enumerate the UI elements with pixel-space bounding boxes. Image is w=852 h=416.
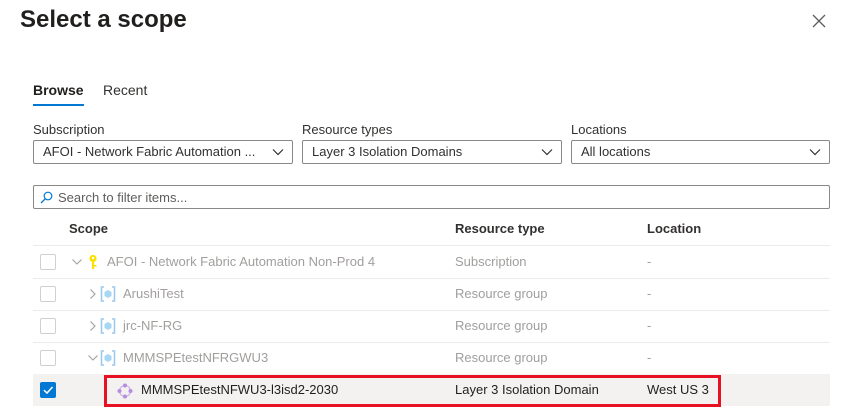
chevron-down-icon [809,149,821,156]
resource-type-value: Resource group [455,350,548,365]
scope-name: AFOI - Network Fabric Automation Non-Pro… [107,254,376,269]
checkmark-icon [43,386,54,395]
resource-type-value: Layer 3 Isolation Domain [455,382,599,397]
search-box[interactable] [33,185,830,209]
row-checkbox[interactable] [40,254,56,270]
search-icon [40,191,53,204]
resource-type-value: Resource group [455,318,548,333]
scope-name: jrc-NF-RG [123,318,183,333]
location-value: West US 3 [647,382,709,397]
resource-group-icon [100,318,116,334]
column-header-scope: Scope [69,221,109,236]
row-checkbox[interactable] [40,350,56,366]
row-checkbox[interactable] [40,286,56,302]
table-row[interactable]: MMMSPEtestNFRGWU3 Resource group - [33,342,830,374]
location-value: - [647,286,652,301]
resource-type-value: Resource group [455,286,548,301]
chevron-down-icon [272,149,284,156]
table-row[interactable]: jrc-NF-RG Resource group - [33,310,830,342]
locations-dropdown[interactable]: All locations [571,140,830,164]
scope-name: MMMSPEtestNFWU3-l3isd2-2030 [141,382,339,397]
isolation-domain-icon [117,383,133,399]
tab-recent[interactable]: Recent [103,82,147,98]
table-row-selected[interactable]: MMMSPEtestNFWU3-l3isd2-2030 Layer 3 Isol… [33,374,830,406]
close-icon [812,14,826,28]
resource-group-icon [100,350,116,366]
scope-name: MMMSPEtestNFRGWU3 [123,350,269,365]
locations-value: All locations [581,144,651,159]
location-value: - [647,350,652,365]
chevron-down-icon[interactable] [87,352,99,364]
tab-browse[interactable]: Browse [33,82,84,106]
subscription-label: Subscription [33,122,105,137]
chevron-down-icon [541,149,553,156]
location-value: - [647,254,652,269]
resource-group-icon [100,286,116,302]
search-input[interactable] [58,188,818,206]
subscription-dropdown[interactable]: AFOI - Network Fabric Automation ... [33,140,293,164]
row-checkbox[interactable] [40,318,56,334]
chevron-down-icon[interactable] [71,256,83,268]
locations-label: Locations [571,122,627,137]
subscription-value: AFOI - Network Fabric Automation ... [43,144,256,159]
resource-types-dropdown[interactable]: Layer 3 Isolation Domains [302,140,562,164]
row-checkbox-checked[interactable] [40,382,56,398]
resource-type-value: Subscription [455,254,527,269]
location-value: - [647,318,652,333]
scope-name: ArushiTest [123,286,184,301]
table-row[interactable]: ArushiTest Resource group - [33,278,830,310]
resource-types-label: Resource types [302,122,393,137]
key-icon [89,254,97,269]
resource-types-value: Layer 3 Isolation Domains [312,144,463,159]
table-row[interactable]: AFOI - Network Fabric Automation Non-Pro… [33,246,830,278]
column-header-resource-type: Resource type [455,221,545,236]
dialog-title: Select a scope [20,6,187,33]
chevron-right-icon[interactable] [87,288,99,300]
close-button[interactable] [808,10,830,32]
chevron-right-icon[interactable] [87,320,99,332]
column-header-location: Location [647,221,702,236]
